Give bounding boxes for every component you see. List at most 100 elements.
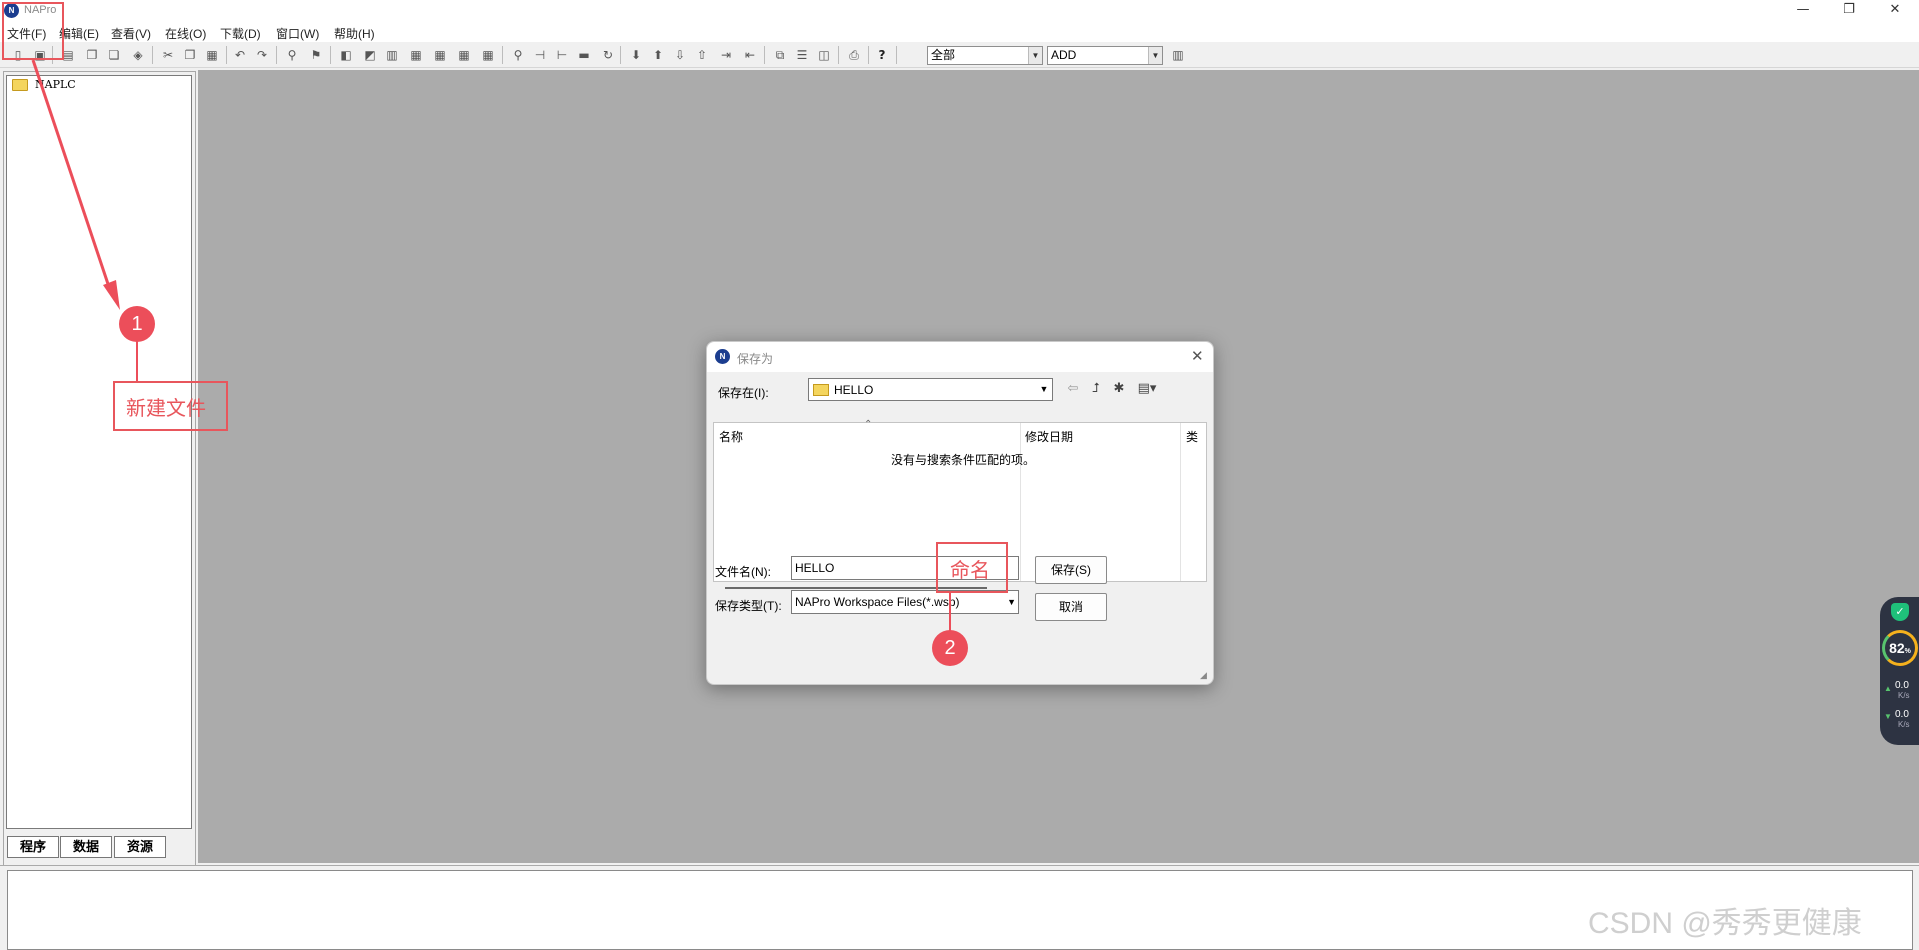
filename-label: 文件名(N): xyxy=(715,565,771,579)
delete-contact-icon[interactable]: ⊢ xyxy=(554,47,570,63)
save-in-label: 保存在(I): xyxy=(718,386,769,400)
resize-grip-icon[interactable]: ◢ xyxy=(1200,670,1207,681)
maximize-button[interactable]: ❐ xyxy=(1826,0,1872,22)
instruction-combo-value: ADD xyxy=(1051,48,1077,62)
toolbar-separator xyxy=(502,46,503,64)
chevron-down-icon: ▼ xyxy=(1028,47,1042,64)
annotation-text-1: 新建文件 xyxy=(126,398,206,420)
tab-resource[interactable]: 资源 xyxy=(114,836,166,858)
close-button[interactable]: ✕ xyxy=(1872,0,1918,22)
view-menu-icon[interactable]: ▤▾ xyxy=(1133,380,1161,398)
tab-data[interactable]: 数据 xyxy=(60,836,112,858)
menu-window[interactable]: 窗口(W) xyxy=(276,25,319,42)
save-button[interactable]: 保存(S) xyxy=(1035,556,1107,584)
zoom-view-icon[interactable]: ◩ xyxy=(362,47,378,63)
dialog-title: 保存为 xyxy=(737,352,774,366)
tab-program[interactable]: 程序 xyxy=(7,836,59,858)
find-replace-icon[interactable]: ⚑ xyxy=(308,47,324,63)
shield-icon: ✓ xyxy=(1891,603,1909,621)
network-monitor-widget[interactable]: ✓ 82% ▲ 0.0 K/s ▼ 0.0 K/s xyxy=(1880,597,1919,745)
instruction-combo[interactable]: ADD ▼ xyxy=(1047,46,1163,65)
save-in-combo[interactable]: HELLO ▼ xyxy=(808,378,1053,401)
column-modified-date[interactable]: 修改日期 xyxy=(1025,428,1073,445)
print-icon[interactable]: ⎙ xyxy=(846,47,862,63)
download-arrow-icon[interactable]: ⬇ xyxy=(628,47,644,63)
help-icon[interactable]: ? xyxy=(874,47,890,63)
back-arrow-icon[interactable]: ⇦ xyxy=(1064,380,1082,398)
dialog-close-icon[interactable]: ✕ xyxy=(1191,347,1204,365)
column-divider xyxy=(1180,423,1181,581)
menu-download[interactable]: 下载(D) xyxy=(220,25,261,42)
step-1-badge: 1 xyxy=(119,306,155,342)
sort-arrow-icon: ⌃ xyxy=(864,419,873,430)
undo-icon[interactable]: ↶ xyxy=(232,47,248,63)
title-bar: N NAPro — ❐ ✕ xyxy=(0,0,1919,22)
chevron-down-icon: ▼ xyxy=(1039,384,1049,394)
ladder-view-icon[interactable]: ◧ xyxy=(338,47,354,63)
tile-vertical-icon[interactable]: ◫ xyxy=(816,47,832,63)
find-icon[interactable]: ⚲ xyxy=(284,47,300,63)
chip-icon[interactable]: ▥ xyxy=(1170,47,1186,63)
tile-horizontal-icon[interactable]: ☰ xyxy=(794,47,810,63)
redo-icon[interactable]: ↷ xyxy=(254,47,270,63)
cascade-windows-icon[interactable]: ⧉ xyxy=(772,47,788,63)
grid-view-1-icon[interactable]: ▦ xyxy=(408,47,424,63)
toolbar-separator xyxy=(330,46,331,64)
minimize-button[interactable]: — xyxy=(1780,0,1826,22)
cpu-usage-gauge: 82% xyxy=(1882,630,1918,666)
toolbar-separator xyxy=(276,46,277,64)
cpu-usage-value: 82 xyxy=(1889,640,1905,656)
refresh-icon[interactable]: ↻ xyxy=(600,47,616,63)
filter-combo-value: 全部 xyxy=(931,48,956,62)
toolbar-separator xyxy=(868,46,869,64)
upload-speed: 0.0 xyxy=(1895,680,1909,691)
menu-help[interactable]: 帮助(H) xyxy=(334,25,375,42)
paste-icon[interactable]: ▦ xyxy=(204,47,220,63)
upload-arrow-icon[interactable]: ⬆ xyxy=(650,47,666,63)
annotation-connector xyxy=(136,341,138,383)
upload-unit: K/s xyxy=(1898,691,1910,700)
upload-arrow-icon: ▲ xyxy=(1884,684,1892,693)
grid-view-2-icon[interactable]: ▦ xyxy=(432,47,448,63)
column-name[interactable]: 名称 xyxy=(719,428,743,445)
cpu-usage-unit: % xyxy=(1904,648,1911,655)
app-logo-icon: N xyxy=(715,349,730,364)
annotation-arrow-line xyxy=(31,59,112,291)
toolbar: ▯ ▣ ▤ ❐ ❏ ◈ ✂ ❐ ▦ ↶ ↷ ⚲ ⚑ ◧ ◩ ▥ ▦ ▦ ▦ ▦ … xyxy=(0,42,1919,68)
annotation-arrow xyxy=(31,59,120,310)
download-speed: 0.0 xyxy=(1895,709,1909,720)
empty-list-message: 没有与搜索条件匹配的项。 xyxy=(891,453,1036,467)
grid-view-4-icon[interactable]: ▦ xyxy=(480,47,496,63)
page-down-icon[interactable]: ⇩ xyxy=(672,47,688,63)
filter-combo[interactable]: 全部 ▼ xyxy=(927,46,1043,65)
toolbar-separator xyxy=(620,46,621,64)
annotation-connector xyxy=(949,593,951,635)
filetype-value: NAPro Workspace Files(*.wsp) xyxy=(795,595,960,609)
page-up-icon[interactable]: ⇧ xyxy=(694,47,710,63)
table-view-icon[interactable]: ▥ xyxy=(384,47,400,63)
column-divider xyxy=(1020,423,1021,581)
insert-contact-icon[interactable]: ⊣ xyxy=(532,47,548,63)
folder-icon xyxy=(813,384,829,396)
chevron-down-icon: ▼ xyxy=(1007,597,1016,607)
watermark: CSDN @秀秀更健康 xyxy=(1588,907,1862,940)
page-out-icon[interactable]: ⇤ xyxy=(742,47,758,63)
filetype-select[interactable]: NAPro Workspace Files(*.wsp) ▼ xyxy=(791,590,1019,614)
cancel-button[interactable]: 取消 xyxy=(1035,593,1107,621)
save-in-value: HELLO xyxy=(834,383,874,397)
column-type[interactable]: 类 xyxy=(1186,428,1198,445)
grid-view-3-icon[interactable]: ▦ xyxy=(456,47,472,63)
toolbar-separator xyxy=(896,46,897,64)
menu-bar: 文件(F) 编辑(E) 查看(V) 在线(O) 下载(D) 窗口(W) 帮助(H… xyxy=(0,22,1919,42)
new-folder-icon[interactable]: ✱ xyxy=(1110,380,1128,398)
up-folder-icon[interactable]: ⮥ xyxy=(1087,380,1105,398)
coil-icon[interactable]: ▬ xyxy=(576,47,592,63)
annotation-arrow-head xyxy=(103,280,120,310)
download-arrow-icon: ▼ xyxy=(1884,712,1892,721)
monitor-search-icon[interactable]: ⚲ xyxy=(510,47,526,63)
toolbar-separator xyxy=(838,46,839,64)
toolbar-separator xyxy=(226,46,227,64)
toolbar-separator xyxy=(764,46,765,64)
chevron-down-icon: ▼ xyxy=(1148,47,1162,64)
page-in-icon[interactable]: ⇥ xyxy=(718,47,734,63)
